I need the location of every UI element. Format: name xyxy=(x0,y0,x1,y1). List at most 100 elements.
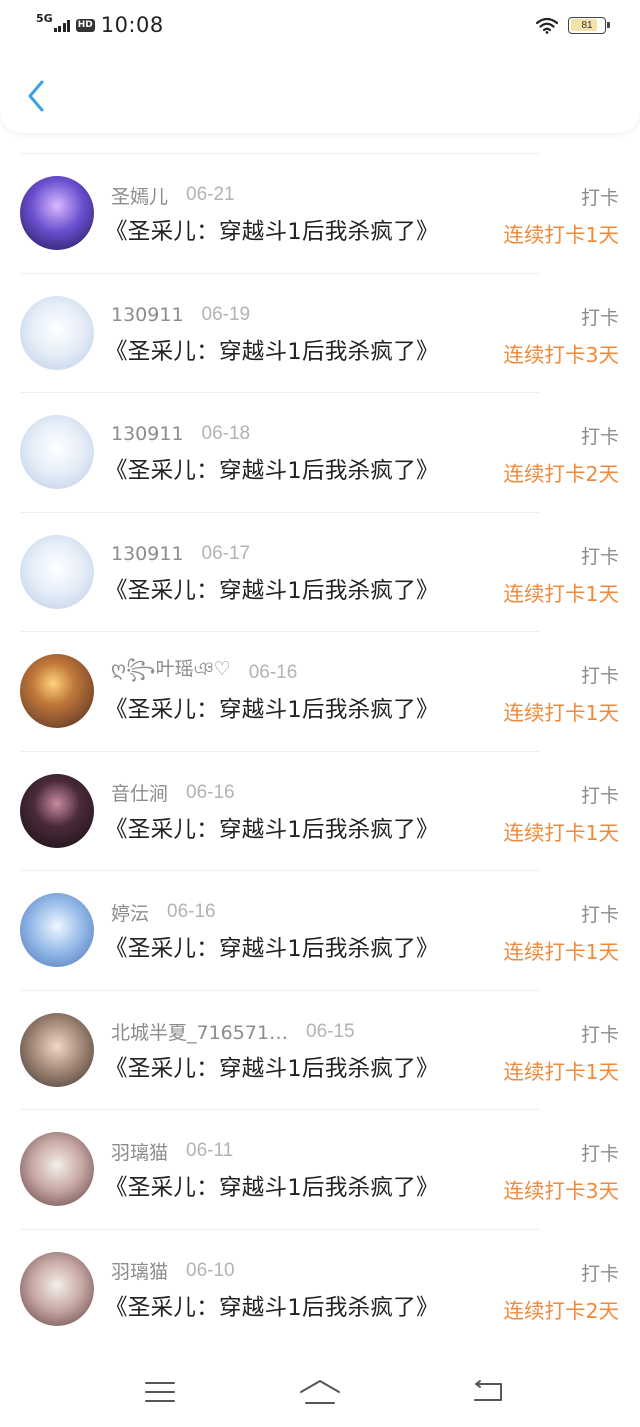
user-name[interactable]: 130911 xyxy=(111,543,184,565)
checkin-date: 06-19 xyxy=(201,303,251,325)
status-time: 10:08 xyxy=(100,13,164,37)
checkin-row[interactable]: 圣嫣儿 06-21 《圣采儿：穿越斗1后我杀疯了》 打卡连续打卡1天 xyxy=(20,153,619,273)
checkin-row-content: 130911 06-19 《圣采儿：穿越斗1后我杀疯了》 打卡 连续打卡3天 xyxy=(0,274,640,394)
checkin-row[interactable]: 音仕涧 06-16 《圣采儿：穿越斗1后我杀疯了》 打卡 连续打卡1天 xyxy=(20,750,619,871)
record-type: 打卡 xyxy=(580,1262,619,1285)
menu-button[interactable] xyxy=(120,1357,200,1427)
checkin-date: 06-10 xyxy=(186,1259,235,1281)
checkin-row[interactable]: 北城半夏_716571… 06-15 《圣采儿：穿越斗1后我杀疯了》 打卡连续打卡1天 xyxy=(20,989,619,1110)
book-title[interactable]: 《圣采儿：穿越斗1后我杀疯了》 xyxy=(105,1051,439,1083)
streak-label: 连续打卡2天 xyxy=(503,462,619,486)
user-name[interactable]: 羽璃猫 xyxy=(111,1257,168,1284)
row-meta: 北城半夏_716571… 06-15 xyxy=(111,1018,355,1045)
wifi-icon xyxy=(536,17,558,34)
checkin-row-content: 音仕涧 06-16 《圣采儿：穿越斗1后我杀疯了》 打卡 连续打卡1天 xyxy=(0,752,640,872)
user-avatar[interactable] xyxy=(20,534,94,609)
user-name[interactable]: ღ꧂叶瑶ঞ♡ xyxy=(111,654,231,693)
streak-label: 连续打卡1天 xyxy=(503,820,619,845)
user-name[interactable]: 圣嫣儿 xyxy=(111,182,168,209)
user-name[interactable]: 北城半夏_716571… xyxy=(111,1018,288,1045)
signal-icon xyxy=(53,18,72,32)
checkin-record-list: 圣嫣儿 06-21 《圣采儿：穿越斗1后我杀疯了》 打卡 连续打卡1天 130911 06-… xyxy=(0,153,640,1348)
row-meta: 羽璃猫 06-10 xyxy=(111,1257,235,1284)
checkin-row[interactable]: ღ꧂叶瑶ঞ♡ 06-16 《圣采儿：穿越斗1后我杀疯了》 打卡 连续打卡1天 xyxy=(20,631,619,751)
row-meta: 130911 06-17 xyxy=(111,542,250,566)
checkin-row[interactable]: 羽璃猫 06-10 《圣采儿：穿越斗1后我杀疯了》 打卡连续打卡2天 xyxy=(20,1228,619,1349)
book-title[interactable]: 《圣采儿：穿越斗1后我杀疯了》 xyxy=(105,931,439,963)
row-meta: ღ꧂叶瑶ঞ♡ 06-16 xyxy=(111,658,297,685)
record-type: 打卡 xyxy=(580,187,619,209)
user-avatar[interactable] xyxy=(20,295,94,370)
checkin-row[interactable]: 婷沄 06-16 《圣采儿：穿越斗1后我杀疯了》 打卡连续打卡1天 xyxy=(20,870,619,990)
battery-icon: 81 xyxy=(568,16,610,34)
user-avatar[interactable] xyxy=(20,1132,94,1206)
book-title[interactable]: 《圣采儿：穿越斗1后我杀疯了》 xyxy=(105,1290,439,1322)
battery-cap xyxy=(607,21,610,28)
checkin-date: 06-18 xyxy=(201,423,251,444)
user-name[interactable]: 婷沄 xyxy=(111,899,149,926)
user-avatar[interactable] xyxy=(20,1251,94,1326)
hd-badge: HD xyxy=(75,18,95,32)
checkin-row[interactable]: 130911 06-19 《圣采儿：穿越斗1后我杀疯了》 打卡 连续打卡3天 xyxy=(20,272,619,393)
menu-lines-icon xyxy=(145,1382,175,1402)
record-type: 打卡 xyxy=(580,1023,619,1046)
chevron-left-icon xyxy=(28,80,44,112)
streak-label: 连续打卡1天 xyxy=(503,1059,619,1084)
return-button[interactable] xyxy=(448,1357,528,1427)
user-avatar[interactable] xyxy=(20,654,94,728)
network-label: 5G xyxy=(36,11,53,25)
checkin-date: 06-17 xyxy=(201,542,251,564)
battery-level: 81 xyxy=(581,19,593,31)
row-meta: 婷沄 06-16 xyxy=(111,899,216,926)
checkin-row-content: ღ꧂叶瑶ঞ♡ 06-16 《圣采儿：穿越斗1后我杀疯了》 打卡 连续打卡1天 xyxy=(0,632,640,752)
user-avatar[interactable] xyxy=(20,415,94,489)
checkin-row-content: 北城半夏_716571… 06-15 《圣采儿：穿越斗1后我杀疯了》 打卡连续打卡1天 xyxy=(0,991,640,1111)
book-title[interactable]: 《圣采儿：穿越斗1后我杀疯了》 xyxy=(105,812,439,844)
user-avatar[interactable] xyxy=(20,176,94,250)
record-type: 打卡 xyxy=(580,426,619,448)
record-type: 打卡 xyxy=(580,306,619,329)
home-icon xyxy=(300,1380,340,1404)
checkin-row-content: 羽璃猫 06-11 《圣采儿：穿越斗1后我杀疯了》 打卡 连续打卡3天 xyxy=(0,1110,640,1230)
row-meta: 130911 06-19 xyxy=(111,303,250,327)
user-name[interactable]: 130911 xyxy=(111,423,184,445)
user-name[interactable]: 音仕涧 xyxy=(111,779,168,806)
book-title[interactable]: 《圣采儿：穿越斗1后我杀疯了》 xyxy=(105,692,439,724)
user-avatar[interactable] xyxy=(20,773,94,848)
user-name[interactable]: 羽璃猫 xyxy=(111,1138,168,1165)
book-title[interactable]: 《圣采儿：穿越斗1后我杀疯了》 xyxy=(105,334,439,366)
record-type: 打卡 xyxy=(580,904,619,926)
return-icon xyxy=(474,1380,502,1401)
user-name[interactable]: 130911 xyxy=(111,304,184,326)
checkin-date: 06-15 xyxy=(306,1020,355,1042)
user-avatar[interactable] xyxy=(20,893,94,967)
user-avatar[interactable] xyxy=(20,1012,94,1087)
row-meta: 130911 06-18 xyxy=(111,422,250,446)
row-meta: 圣嫣儿 06-21 xyxy=(111,182,235,209)
checkin-row[interactable]: 羽璃猫 06-11 《圣采儿：穿越斗1后我杀疯了》 打卡 连续打卡3天 xyxy=(20,1109,619,1229)
streak-label: 连续打卡3天 xyxy=(503,1179,619,1203)
book-title[interactable]: 《圣采儿：穿越斗1后我杀疯了》 xyxy=(105,214,439,246)
status-bar: 5G HD 10:08 81 xyxy=(0,0,640,50)
checkin-date: 06-16 xyxy=(167,901,216,922)
book-title[interactable]: 《圣采儿：穿越斗1后我杀疯了》 xyxy=(105,1170,439,1202)
streak-label: 连续打卡1天 xyxy=(503,940,619,964)
checkin-row[interactable]: 130911 06-18 《圣采儿：穿越斗1后我杀疯了》 打卡连续打卡2天 xyxy=(20,392,619,512)
checkin-date: 06-16 xyxy=(186,781,235,803)
book-title[interactable]: 《圣采儿：穿越斗1后我杀疯了》 xyxy=(105,573,439,605)
checkin-date: 06-21 xyxy=(186,184,235,205)
checkin-date: 06-11 xyxy=(186,1140,234,1161)
checkin-row[interactable]: 130911 06-17 《圣采儿：穿越斗1后我杀疯了》 打卡 连续打卡1天 xyxy=(20,511,619,632)
record-type: 打卡 xyxy=(580,545,619,568)
checkin-row-content: 羽璃猫 06-10 《圣采儿：穿越斗1后我杀疯了》 打卡连续打卡2天 xyxy=(0,1230,640,1350)
status-right: 81 xyxy=(536,14,610,36)
system-nav-bar xyxy=(0,1357,640,1427)
checkin-row-content: 130911 06-17 《圣采儿：穿越斗1后我杀疯了》 打卡 连续打卡1天 xyxy=(0,513,640,633)
streak-label: 连续打卡1天 xyxy=(503,223,619,247)
row-meta: 羽璃猫 06-11 xyxy=(111,1138,234,1165)
back-button[interactable] xyxy=(18,76,54,116)
streak-label: 连续打卡2天 xyxy=(503,1298,619,1323)
book-title[interactable]: 《圣采儿：穿越斗1后我杀疯了》 xyxy=(105,453,439,485)
home-button[interactable] xyxy=(280,1357,360,1427)
checkin-row-content: 婷沄 06-16 《圣采儿：穿越斗1后我杀疯了》 打卡连续打卡1天 xyxy=(0,871,640,991)
